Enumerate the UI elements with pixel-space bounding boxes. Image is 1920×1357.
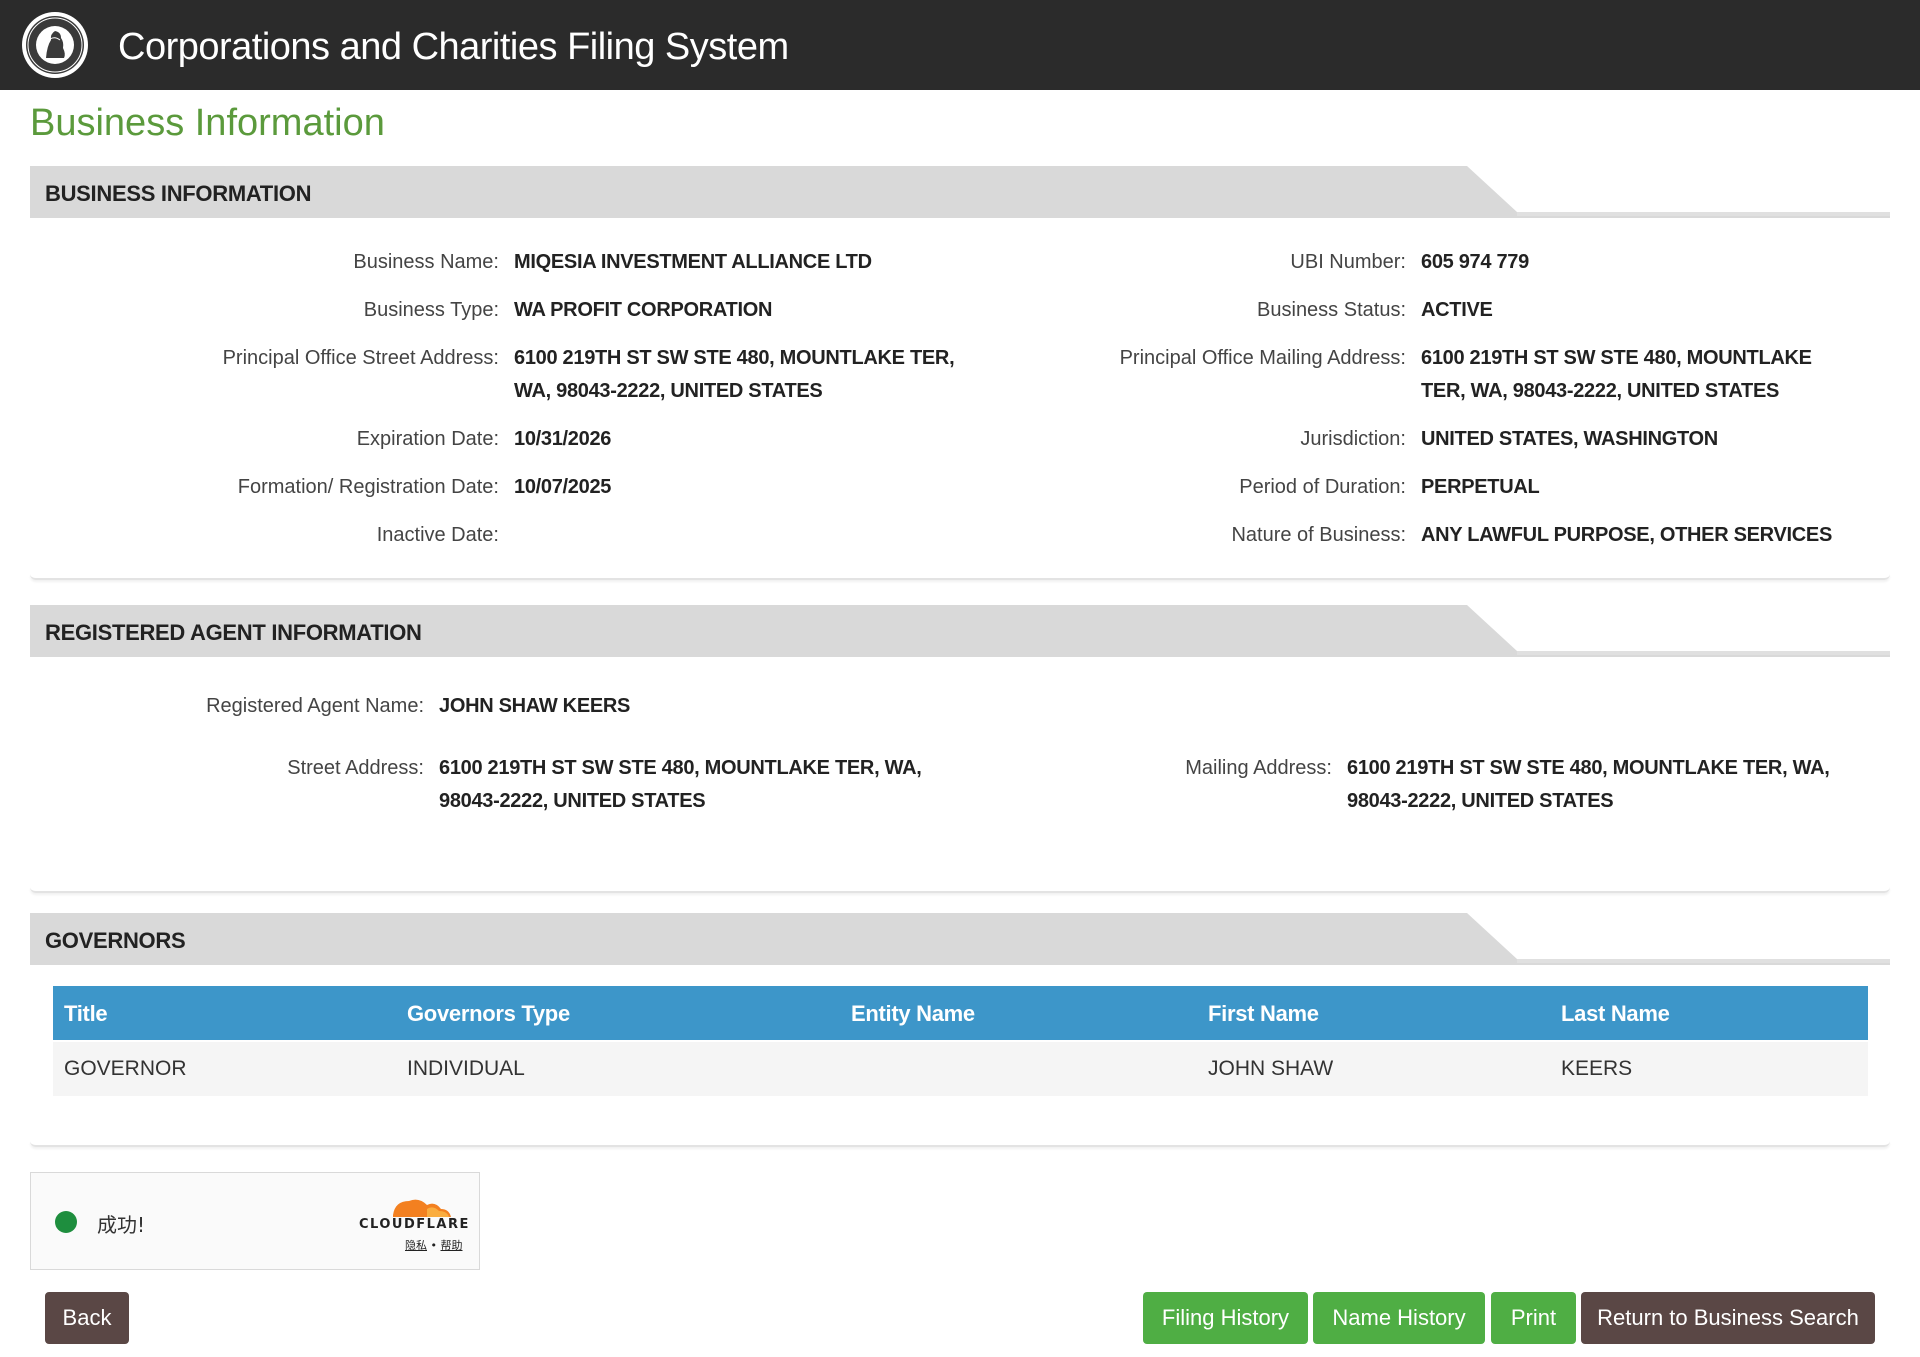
cloudflare-logo-text: CLOUDFLARE	[359, 1217, 470, 1232]
cell-first-name: JOHN SHAW	[1208, 1057, 1334, 1080]
principal-mailing-label: Principal Office Mailing Address:	[1119, 347, 1406, 369]
column-header-governors-type[interactable]: Governors Type	[407, 1001, 570, 1027]
cloudflare-turnstile-widget[interactable]: 成功! CLOUDFLARE 隐私 • 帮助	[30, 1172, 480, 1270]
agent-name-value: JOHN SHAW KEERS	[439, 695, 631, 717]
back-button[interactable]: Back	[45, 1292, 129, 1344]
business-status-value: ACTIVE	[1421, 299, 1493, 321]
agent-street-label: Street Address:	[287, 757, 424, 779]
business-name-label: Business Name:	[353, 251, 499, 273]
principal-mailing-value: 6100 219TH ST SW STE 480, MOUNTLAKE TER,…	[1421, 347, 1812, 402]
principal-street-label: Principal Office Street Address:	[222, 347, 499, 369]
inactive-date-label: Inactive Date:	[376, 524, 499, 546]
expiration-date-value: 10/31/2026	[514, 428, 612, 450]
table-row: GOVERNOR INDIVIDUAL JOHN SHAW KEERS	[53, 1042, 1868, 1096]
business-information-section: BUSINESS INFORMATION Business Name: MIQE…	[30, 166, 1890, 586]
verification-status: 成功!	[97, 1213, 146, 1237]
agent-mailing-value: 6100 219TH ST SW STE 480, MOUNTLAKE TER,…	[1347, 757, 1830, 812]
section-title: REGISTERED AGENT INFORMATION	[45, 620, 422, 645]
registered-agent-section: REGISTERED AGENT INFORMATION Registered …	[30, 605, 1890, 895]
page-title: Business Information	[30, 102, 385, 144]
section-header: GOVERNORS	[30, 913, 1890, 965]
nature-of-business-value: ANY LAWFUL PURPOSE, OTHER SERVICES	[1421, 524, 1832, 546]
jurisdiction-label: Jurisdiction:	[1300, 428, 1406, 450]
column-header-entity-name[interactable]: Entity Name	[851, 1001, 975, 1027]
print-button[interactable]: Print	[1491, 1292, 1576, 1344]
agent-name-label: Registered Agent Name:	[206, 695, 424, 717]
success-check-icon	[55, 1211, 77, 1233]
cell-last-name: KEERS	[1561, 1057, 1633, 1080]
table-header: Title Governors Type Entity Name First N…	[53, 986, 1868, 1040]
section-title: BUSINESS INFORMATION	[45, 181, 312, 206]
section-title: GOVERNORS	[45, 928, 186, 953]
nature-of-business-label: Nature of Business:	[1231, 524, 1406, 546]
state-seal-icon	[22, 12, 88, 78]
agent-street-value: 6100 219TH ST SW STE 480, MOUNTLAKE TER,…	[439, 757, 922, 812]
filing-history-button[interactable]: Filing History	[1143, 1292, 1308, 1344]
expiration-date-label: Expiration Date:	[356, 428, 499, 450]
ubi-number-value: 605 974 779	[1421, 251, 1529, 273]
link-separator: •	[430, 1239, 438, 1252]
business-name-value: MIQESIA INVESTMENT ALLIANCE LTD	[514, 251, 872, 273]
section-divider	[30, 1141, 1890, 1147]
privacy-link[interactable]: 隐私	[405, 1239, 427, 1252]
period-of-duration-value: PERPETUAL	[1421, 476, 1540, 498]
jurisdiction-value: UNITED STATES, WASHINGTON	[1421, 428, 1718, 450]
cloudflare-links: 隐私 • 帮助	[405, 1237, 463, 1253]
column-header-first-name[interactable]: First Name	[1208, 1001, 1319, 1027]
section-header: REGISTERED AGENT INFORMATION	[30, 605, 1890, 657]
app-title: Corporations and Charities Filing System	[118, 26, 789, 68]
business-type-label: Business Type:	[363, 299, 499, 321]
formation-date-value: 10/07/2025	[514, 476, 612, 498]
return-to-business-search-button[interactable]: Return to Business Search	[1581, 1292, 1875, 1344]
top-banner: Corporations and Charities Filing System	[0, 0, 1920, 90]
ubi-number-label: UBI Number:	[1290, 251, 1406, 273]
name-history-button[interactable]: Name History	[1313, 1292, 1485, 1344]
cell-title: GOVERNOR	[64, 1057, 187, 1080]
cell-governors-type: INDIVIDUAL	[407, 1057, 525, 1080]
formation-date-label: Formation/ Registration Date:	[237, 476, 499, 498]
principal-street-value: 6100 219TH ST SW STE 480, MOUNTLAKE TER,…	[514, 347, 955, 402]
business-status-label: Business Status:	[1257, 299, 1406, 321]
help-link[interactable]: 帮助	[441, 1239, 463, 1252]
section-divider	[30, 887, 1890, 893]
column-header-last-name[interactable]: Last Name	[1561, 1001, 1670, 1027]
business-type-value: WA PROFIT CORPORATION	[514, 299, 773, 321]
period-of-duration-label: Period of Duration:	[1239, 476, 1406, 498]
agent-mailing-label: Mailing Address:	[1185, 757, 1332, 779]
column-header-title[interactable]: Title	[64, 1001, 108, 1027]
section-header: BUSINESS INFORMATION	[30, 166, 1890, 218]
section-divider	[30, 574, 1890, 580]
